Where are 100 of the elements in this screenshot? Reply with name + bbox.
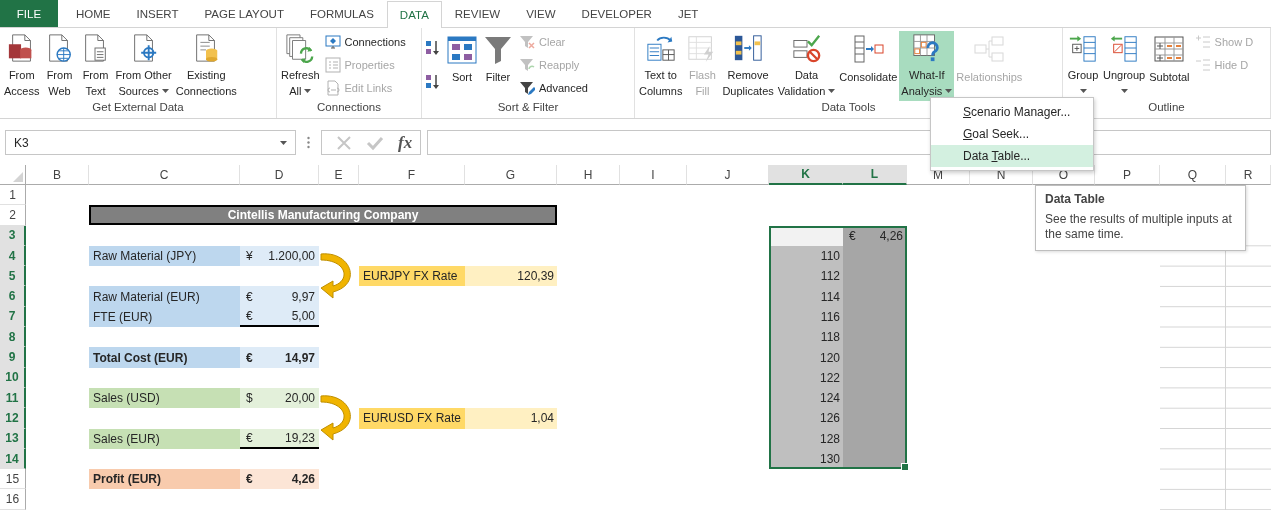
ribbon-button[interactable]: From Other Sources: [113, 31, 174, 101]
row-header[interactable]: 5: [0, 266, 26, 287]
ribbon-button[interactable]: Ungroup: [1101, 31, 1148, 101]
caret-icon: [161, 89, 169, 93]
filter-refresh-icon: [519, 57, 535, 73]
caret-icon: [304, 89, 312, 93]
ribbon-button[interactable]: Group: [1065, 31, 1101, 101]
input-cell: 112: [769, 266, 843, 287]
minus-lines-icon: [1194, 57, 1211, 73]
ribbon-button[interactable]: From Text: [77, 31, 114, 101]
row-header[interactable]: 7: [0, 306, 26, 328]
menu-item[interactable]: Data Table...: [931, 145, 1093, 167]
triangle-icon: [13, 172, 23, 182]
ribbon-tab[interactable]: DEVELOPER: [568, 0, 665, 27]
group-label: Outline: [1148, 101, 1185, 115]
value-cell: 120,39: [465, 266, 557, 287]
list-icon: [324, 57, 341, 73]
fill-handle[interactable]: [901, 463, 909, 472]
ribbon-button[interactable]: Consolidate: [837, 31, 900, 101]
tooltip-title: Data Table: [1045, 192, 1106, 206]
row-header[interactable]: 2: [0, 205, 26, 226]
row-header[interactable]: 16: [0, 489, 26, 510]
label-cell: Total Cost (EUR): [89, 347, 240, 368]
column-header[interactable]: B: [26, 165, 89, 185]
ribbon-button[interactable]: Data Validation: [775, 31, 838, 101]
input-cell: 120: [769, 347, 843, 368]
ribbon-small-button[interactable]: Connections: [321, 31, 409, 53]
ribbon-tab[interactable]: INSERT: [123, 0, 192, 27]
ribbon-button[interactable]: Subtotal: [1147, 31, 1192, 101]
input-cell: 114: [769, 286, 843, 307]
ribbon-button[interactable]: Remove Duplicates: [720, 31, 776, 101]
column-header[interactable]: L: [843, 165, 907, 185]
consolidate-icon: [852, 33, 885, 65]
ribbon-button[interactable]: Refresh All: [279, 31, 322, 101]
row-header[interactable]: 12: [0, 408, 26, 429]
remove-duplicates-icon: [732, 33, 765, 63]
filter-clear-icon: [519, 34, 535, 50]
sort-icon: [446, 33, 478, 65]
column-header[interactable]: H: [557, 165, 620, 185]
row-header[interactable]: 15: [0, 469, 26, 490]
group-label: Get External Data: [92, 101, 184, 115]
ribbon-tab[interactable]: REVIEW: [441, 0, 514, 27]
row-header[interactable]: 11: [0, 387, 26, 409]
ribbon-button[interactable]: From Web: [41, 31, 78, 101]
ribbon-button[interactable]: Sort: [444, 31, 480, 101]
column-header[interactable]: D: [240, 165, 319, 185]
row-header[interactable]: 6: [0, 286, 26, 307]
row-header[interactable]: 3: [0, 225, 26, 246]
ribbon-small-button[interactable]: Advanced: [516, 77, 591, 99]
label-cell: Raw Material (EUR): [89, 286, 240, 307]
caret-icon: [1079, 89, 1087, 93]
label-cell: EURUSD FX Rate: [359, 408, 465, 429]
input-cell: 118: [769, 327, 843, 348]
ribbon-tab[interactable]: FORMULAS: [296, 0, 387, 27]
menu-item[interactable]: Goal Seek...: [931, 123, 1093, 145]
ribbon-button[interactable]: What-If Analysis: [899, 31, 955, 101]
sort-descending-icon: [425, 74, 441, 90]
amount: 20,00: [284, 391, 315, 406]
sort-ascending-icon: [425, 40, 441, 56]
check-icon[interactable]: [366, 134, 384, 151]
column-header[interactable]: E: [319, 165, 359, 185]
insert-function-button[interactable]: fx: [398, 132, 413, 153]
value-cell: 1,04: [465, 408, 557, 429]
input-cell: 126: [769, 408, 843, 429]
caret-icon: [280, 140, 287, 145]
link-document-icon: [324, 80, 341, 96]
label-cell: Raw Material (JPY): [89, 245, 240, 267]
column-header[interactable]: I: [620, 165, 687, 185]
ribbon-tab[interactable]: JET: [664, 0, 712, 27]
name-box[interactable]: K3: [5, 130, 296, 155]
ribbon-button[interactable]: Text to Columns: [637, 31, 685, 101]
amount: 4,26: [879, 228, 903, 243]
ribbon-tab[interactable]: DATA: [386, 1, 442, 28]
column-header[interactable]: C: [89, 165, 240, 185]
file-tab[interactable]: FILE: [0, 0, 58, 27]
row-header[interactable]: 8: [0, 327, 26, 348]
currency-symbol: ¥: [246, 249, 253, 264]
ribbon-tab[interactable]: PAGE LAYOUT: [191, 0, 297, 27]
group-icon: [1067, 33, 1099, 63]
row-header[interactable]: 10: [0, 367, 26, 388]
currency-symbol: €: [246, 350, 253, 365]
ribbon-button[interactable]: Filter: [480, 31, 516, 101]
row-header[interactable]: 14: [0, 448, 26, 470]
ribbon-tab[interactable]: VIEW: [513, 0, 569, 27]
label-cell: Sales (USD): [89, 387, 240, 409]
ribbon-button[interactable]: Existing Connections: [173, 31, 239, 101]
column-header[interactable]: F: [359, 165, 465, 185]
caret-icon: [828, 89, 836, 93]
row-header[interactable]: 13: [0, 428, 26, 449]
column-header[interactable]: G: [465, 165, 557, 185]
amount: 9,97: [291, 289, 315, 304]
ribbon-tab[interactable]: HOME: [63, 0, 124, 27]
column-header[interactable]: K: [769, 165, 843, 185]
menu-item[interactable]: Scenario Manager...: [931, 101, 1093, 123]
row-header[interactable]: 4: [0, 245, 26, 267]
currency-symbol: €: [246, 308, 253, 323]
row-header[interactable]: 9: [0, 347, 26, 368]
row-header[interactable]: 1: [0, 185, 26, 206]
filter-pencil-icon: [519, 80, 535, 96]
ribbon-button[interactable]: From Access: [2, 31, 42, 101]
